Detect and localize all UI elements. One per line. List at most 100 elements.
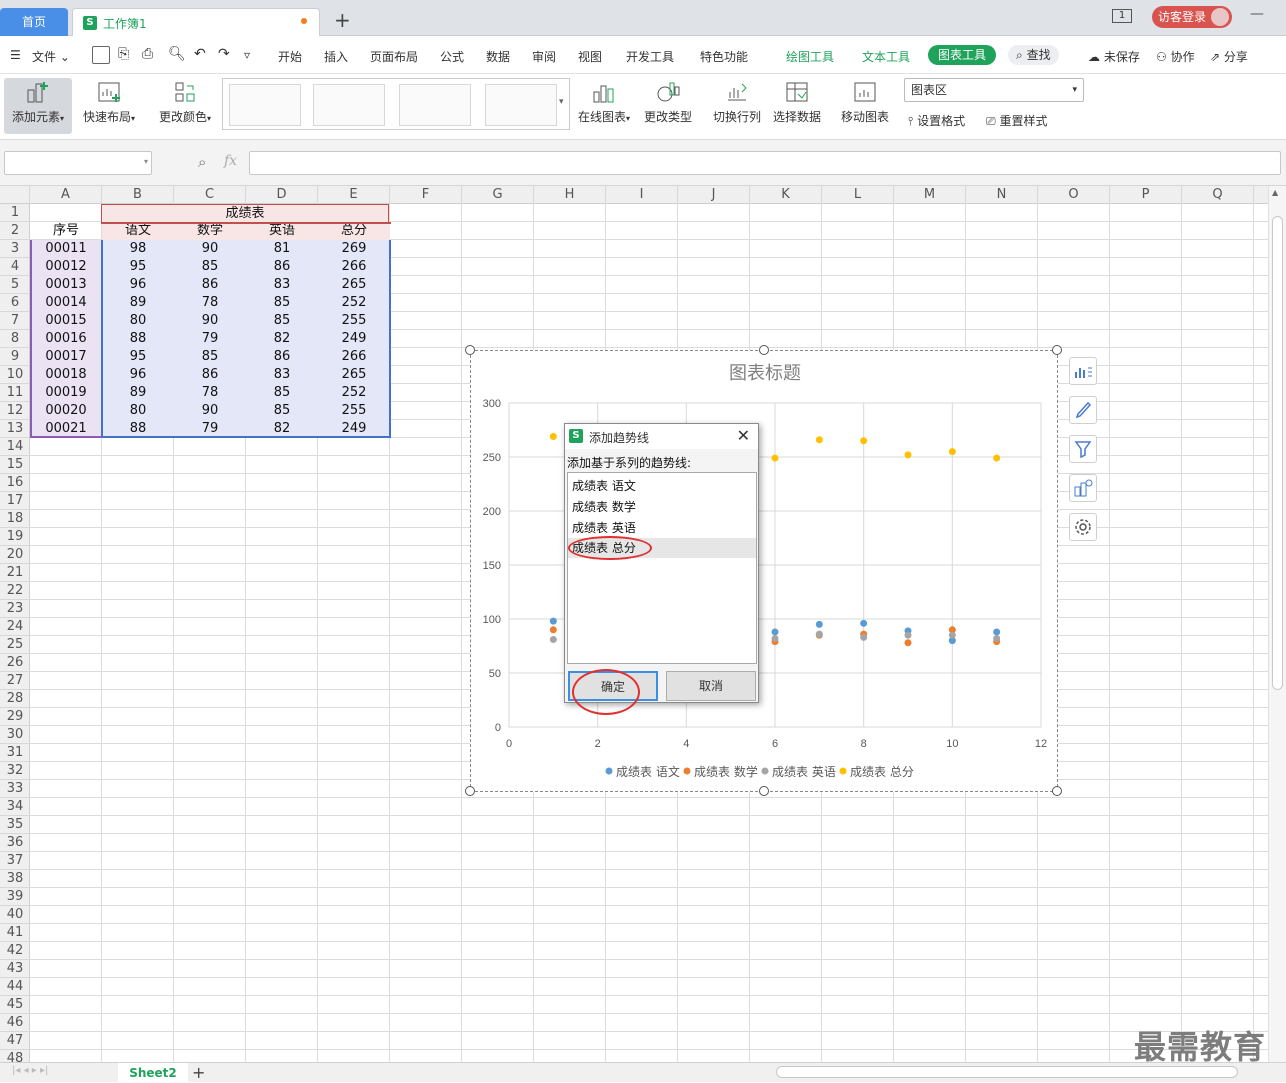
resize-handle-b[interactable] <box>759 786 769 796</box>
column-header-m[interactable]: M <box>894 186 966 204</box>
column-header-b[interactable]: B <box>102 186 174 204</box>
row-header-cell[interactable]: 11 <box>0 384 30 402</box>
row-header-cell[interactable]: 7 <box>0 312 30 330</box>
row-header-cell[interactable]: 19 <box>0 528 30 546</box>
row-header-cell[interactable]: 15 <box>0 456 30 474</box>
row-header-cell[interactable]: 21 <box>0 564 30 582</box>
format-painter-icon[interactable]: ⎘ <box>118 46 129 62</box>
cancel-button[interactable]: 取消 <box>666 671 756 701</box>
row-header-cell[interactable]: 43 <box>0 960 30 978</box>
series-option[interactable]: 成绩表 语文 <box>572 476 636 496</box>
series-option[interactable]: 成绩表 英语 <box>572 518 636 538</box>
chart-element-select[interactable]: 图表区 ▾ <box>904 78 1084 102</box>
undo-icon[interactable]: ↶ <box>194 46 206 62</box>
scroll-thumb[interactable] <box>1272 216 1283 690</box>
row-header-cell[interactable]: 38 <box>0 870 30 888</box>
switch-rowcol-button[interactable]: 切换行列 <box>710 78 764 134</box>
row-header-cell[interactable]: 42 <box>0 942 30 960</box>
chart-style-button[interactable] <box>1069 396 1097 424</box>
row-header-cell[interactable]: 16 <box>0 474 30 492</box>
chart-style-4[interactable] <box>485 84 557 126</box>
menu-page-layout[interactable]: 页面布局 <box>370 48 418 65</box>
column-header-p[interactable]: P <box>1110 186 1182 204</box>
minimize-icon[interactable]: — <box>1250 6 1264 22</box>
row-header-cell[interactable]: 44 <box>0 978 30 996</box>
column-header-d[interactable]: D <box>246 186 318 204</box>
row-header-cell[interactable]: 12 <box>0 402 30 420</box>
resize-handle-br[interactable] <box>1052 786 1062 796</box>
row-header-cell[interactable]: 40 <box>0 906 30 924</box>
name-box[interactable]: ▾ <box>4 151 152 175</box>
share-button[interactable]: ⇗ 分享 <box>1210 48 1248 65</box>
sheet-nav-icons[interactable]: |◂ ◂ ▸ ▸| <box>12 1065 48 1076</box>
document-tab[interactable]: S 工作簿1 <box>72 8 320 36</box>
row-header-cell[interactable]: 34 <box>0 798 30 816</box>
scroll-up-icon[interactable]: ▲ <box>1272 188 1278 197</box>
sheet-tab[interactable]: Sheet2 <box>118 1063 188 1083</box>
row-header-cell[interactable]: 9 <box>0 348 30 366</box>
move-chart-button[interactable]: 移动图表 <box>838 78 892 134</box>
row-header-cell[interactable]: 6 <box>0 294 30 312</box>
collab-button[interactable]: ⚇ 协作 <box>1156 48 1195 65</box>
change-type-button[interactable]: 更改类型 <box>642 78 694 134</box>
resize-handle-bl[interactable] <box>465 786 475 796</box>
table-header-cell[interactable]: 总分 <box>318 222 390 240</box>
row-header-cell[interactable]: 32 <box>0 762 30 780</box>
row-header-cell[interactable]: 17 <box>0 492 30 510</box>
chart-object[interactable]: 0 50 100 150 200 250 300 0 2 4 6 8 10 12 图表标题 成绩表 语文 成绩表… <box>470 350 1058 792</box>
row-header-cell[interactable]: 1 <box>0 204 30 222</box>
row-header-cell[interactable]: 2 <box>0 222 30 240</box>
row-header-cell[interactable]: 5 <box>0 276 30 294</box>
menu-review[interactable]: 审阅 <box>532 48 556 65</box>
row-header-cell[interactable]: 29 <box>0 708 30 726</box>
table-title-cell[interactable]: 成绩表 <box>101 204 389 222</box>
print-icon[interactable]: ⎙ <box>142 46 153 62</box>
gallery-more-icon[interactable]: ▾ <box>559 97 564 107</box>
vertical-scrollbar[interactable]: ▲ <box>1268 186 1286 1062</box>
row-header-cell[interactable]: 4 <box>0 258 30 276</box>
column-header-j[interactable]: J <box>678 186 750 204</box>
column-header-l[interactable]: L <box>822 186 894 204</box>
chart-style-3[interactable] <box>399 84 471 126</box>
unsaved-button[interactable]: ☁ 未保存 <box>1088 48 1140 65</box>
row-header-cell[interactable]: 28 <box>0 690 30 708</box>
add-element-button[interactable]: 添加元素▾ <box>4 78 72 134</box>
row-header-cell[interactable]: 47 <box>0 1032 30 1050</box>
home-tab[interactable]: 首页 <box>0 8 68 36</box>
menu-view[interactable]: 视图 <box>578 48 602 65</box>
row-header-cell[interactable]: 25 <box>0 636 30 654</box>
quick-access-more-icon[interactable]: ▿ <box>244 48 250 62</box>
resize-handle-t[interactable] <box>759 345 769 355</box>
row-header-cell[interactable]: 37 <box>0 852 30 870</box>
save-icon[interactable] <box>92 46 110 64</box>
chart-style-2[interactable] <box>313 84 385 126</box>
row-header-cell[interactable]: 3 <box>0 240 30 258</box>
hamburger-icon[interactable]: ☰ <box>10 48 21 62</box>
preview-icon[interactable]: 🔍︎ <box>168 46 186 62</box>
row-header-cell[interactable]: 31 <box>0 744 30 762</box>
table-header-cell[interactable]: 序号 <box>30 222 102 240</box>
dialog-titlebar[interactable]: S 添加趋势线 ✕ <box>565 424 758 449</box>
formula-input[interactable] <box>249 151 1281 175</box>
row-header-cell[interactable]: 39 <box>0 888 30 906</box>
fx-icon[interactable]: fx <box>224 153 237 169</box>
menu-data[interactable]: 数据 <box>486 48 510 65</box>
table-header-cell[interactable]: 数学 <box>174 222 246 240</box>
row-header-cell[interactable]: 18 <box>0 510 30 528</box>
row-header-cell[interactable]: 13 <box>0 420 30 438</box>
row-header-cell[interactable]: 8 <box>0 330 30 348</box>
change-color-button[interactable]: 更改颜色▾ <box>152 78 218 134</box>
window-count-icon[interactable]: 1 <box>1112 9 1132 23</box>
close-icon[interactable]: ✕ <box>737 426 750 445</box>
resize-handle-tr[interactable] <box>1052 345 1062 355</box>
column-header-a[interactable]: A <box>30 186 102 204</box>
menu-features[interactable]: 特色功能 <box>700 48 748 65</box>
column-header-o[interactable]: O <box>1038 186 1110 204</box>
column-header-q[interactable]: Q <box>1182 186 1254 204</box>
chart-elements-button[interactable] <box>1069 357 1097 385</box>
row-header-cell[interactable]: 10 <box>0 366 30 384</box>
row-header-cell[interactable]: 22 <box>0 582 30 600</box>
menu-formula[interactable]: 公式 <box>440 48 464 65</box>
row-header-cell[interactable]: 27 <box>0 672 30 690</box>
online-chart-side-button[interactable] <box>1069 474 1097 502</box>
